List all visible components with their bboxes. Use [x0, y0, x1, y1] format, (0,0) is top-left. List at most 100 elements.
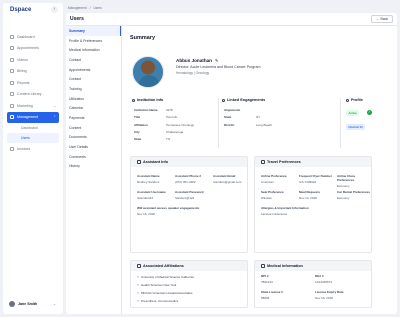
brand-logo[interactable]: Dspace [10, 7, 31, 13]
video-icon [10, 57, 14, 62]
field: NPI #7891234 [261, 274, 273, 284]
back-button[interactable]: ← Back [371, 15, 393, 23]
sidebar-subitem-dashboard[interactable]: Dashboard [7, 123, 59, 133]
kv-label: Title [134, 115, 141, 120]
field-label: Assistant Username [137, 190, 166, 194]
avatar [9, 301, 15, 307]
associated-affiliations-card: Associated Affiliations ⌖ University of M… [130, 260, 248, 308]
building-icon [132, 98, 135, 102]
tab-contact[interactable]: Contact [66, 55, 121, 65]
tab-calendar[interactable]: Calendar [66, 104, 121, 114]
sidebar-item-dashboard[interactable]: Dashboard [7, 31, 59, 43]
pencil-icon[interactable]: ✎ [215, 58, 218, 63]
sidebar-item-billing[interactable]: Billing [7, 66, 59, 78]
tab-content[interactable]: Content [66, 123, 121, 133]
field: Airline Preference American [261, 174, 287, 184]
sidebar-item-label: Management [17, 115, 38, 120]
field: Will assistant access speaker engagement… [137, 206, 199, 216]
field: DEA # LS12345673 [315, 274, 332, 284]
field-value: Nov 16, 2018 [315, 295, 333, 300]
location-pin-icon: ⌖ [137, 283, 140, 287]
book-icon [10, 92, 14, 97]
chevron-left-icon[interactable]: ‹ [51, 6, 58, 13]
field: Assistant Username Ssanders#4 [137, 190, 166, 200]
card-header: Travel Preferences [255, 157, 371, 167]
institution-info-list: Institution Name 3278 Title Test Info Affi… [134, 108, 214, 144]
kv-label: State [134, 137, 142, 142]
field-value: (972) 361-4482 [175, 179, 196, 184]
card-header: Assistant Info [131, 157, 247, 167]
breadcrumb-item-management[interactable]: Management [68, 6, 87, 10]
breadcrumb-item-users: Users [93, 6, 102, 10]
sidebar-item-label: Videos [17, 57, 28, 62]
field: Seat Preference Window [261, 190, 284, 200]
medical-id-badge: Medical ID [346, 124, 366, 130]
sidebar-item-label: Invoices [17, 146, 31, 151]
card-title: Medical Information [267, 264, 303, 268]
tab-contact-2[interactable]: Contact [66, 74, 121, 84]
invoice-icon [10, 146, 14, 151]
field-label: Seat Preference [261, 190, 284, 194]
divider [218, 98, 219, 148]
field-value: Sanders@123 [175, 195, 195, 200]
profile-title: Profile [351, 98, 363, 102]
field: Assistant Phone # (972) 361-4482 [175, 174, 201, 184]
field-label: Frequent Flyer Number [299, 174, 333, 178]
sidebar-item-management[interactable]: Management ⌃ [7, 111, 59, 123]
institution-info-title: Institution Info [137, 98, 164, 102]
sidebar-item-invoices[interactable]: Invoices [7, 143, 59, 155]
kv-value: NY [256, 115, 261, 120]
field-label: Will assistant access speaker engagement… [137, 206, 200, 210]
tab-user-details[interactable]: User Details [66, 142, 121, 152]
field-value: LS12345673 [315, 279, 333, 284]
chevron-down-icon: ⌄ [53, 302, 56, 306]
sidebar-item-content-library[interactable]: Content Library [7, 89, 59, 101]
tab-history[interactable]: History [66, 162, 121, 172]
sidebar-item-marketing[interactable]: Marketing ⌄ [7, 100, 59, 112]
tab-appointments[interactable]: Appointments [66, 65, 121, 75]
field-label: State License # [261, 290, 283, 294]
link-icon [222, 98, 225, 102]
sidebar: Dspace ‹ Dashboard Appointments Videos B… [3, 3, 63, 314]
field-label: Allergies & Important Information [261, 206, 309, 210]
field: Car Rental Preferences Economy [337, 190, 370, 200]
kv-row: State NY [224, 115, 304, 122]
card-title: Associated Affiliations [143, 264, 184, 268]
field-label: Car Rental Preferences [337, 190, 371, 194]
card-header: Associated Affiliations [131, 261, 247, 271]
sidebar-subitem-users[interactable]: Users [7, 133, 59, 143]
field-value: Nov 14, 2018 [299, 195, 317, 200]
field: Assistant Name Rodney Sanders [137, 174, 160, 184]
tab-summary[interactable]: Summary [66, 26, 121, 36]
kv-row: Institution Name 3278 [134, 108, 214, 115]
kv-label: Institution Name [134, 108, 158, 112]
summary-content: Summary Abbus Jonathan ✎ Director, Acute… [126, 26, 394, 312]
field-label: Airline Class Preferences [337, 174, 356, 182]
tab-documents[interactable]: Documents [66, 133, 121, 143]
tab-payments[interactable]: Payments [66, 113, 121, 123]
breadcrumb: Management / Users [68, 6, 102, 10]
sidebar-item-videos[interactable]: Videos [7, 54, 59, 66]
card-title: Assistant Info [143, 160, 169, 164]
kv-label: City [134, 129, 140, 134]
medical-information-card: Medical Information NPI #7891234 DEA # LS… [254, 260, 372, 308]
sidebar-item-reports[interactable]: Reports [7, 77, 59, 89]
summary-title: Summary [130, 35, 156, 41]
tab-medical-information[interactable]: Medical Information [66, 45, 121, 55]
field: Airline Class Preferences Economy [337, 174, 371, 188]
field-label: Assistant Email [213, 174, 236, 178]
tab-profile-preferences[interactable]: Profile & Preferences [66, 36, 121, 46]
list-item: ⌖ University of Medical Science Californi… [137, 275, 194, 279]
divider [340, 98, 341, 148]
tab-training[interactable]: Training [66, 84, 121, 94]
tab-utilization[interactable]: Utilization [66, 94, 121, 104]
sidebar-item-appointments[interactable]: Appointments [7, 43, 59, 55]
section-nav: Summary Profile & Preferences Medical In… [66, 26, 122, 314]
kv-value: Tennessee Oncology [166, 122, 195, 127]
grid-icon [10, 34, 14, 39]
user-menu[interactable]: Jane Smith ⌄ [7, 298, 59, 310]
tab-comments[interactable]: Comments [66, 152, 121, 162]
main-header: Users ← Back [66, 13, 397, 26]
status-badge: Active [346, 110, 360, 116]
check-icon: ✓ [367, 110, 372, 115]
